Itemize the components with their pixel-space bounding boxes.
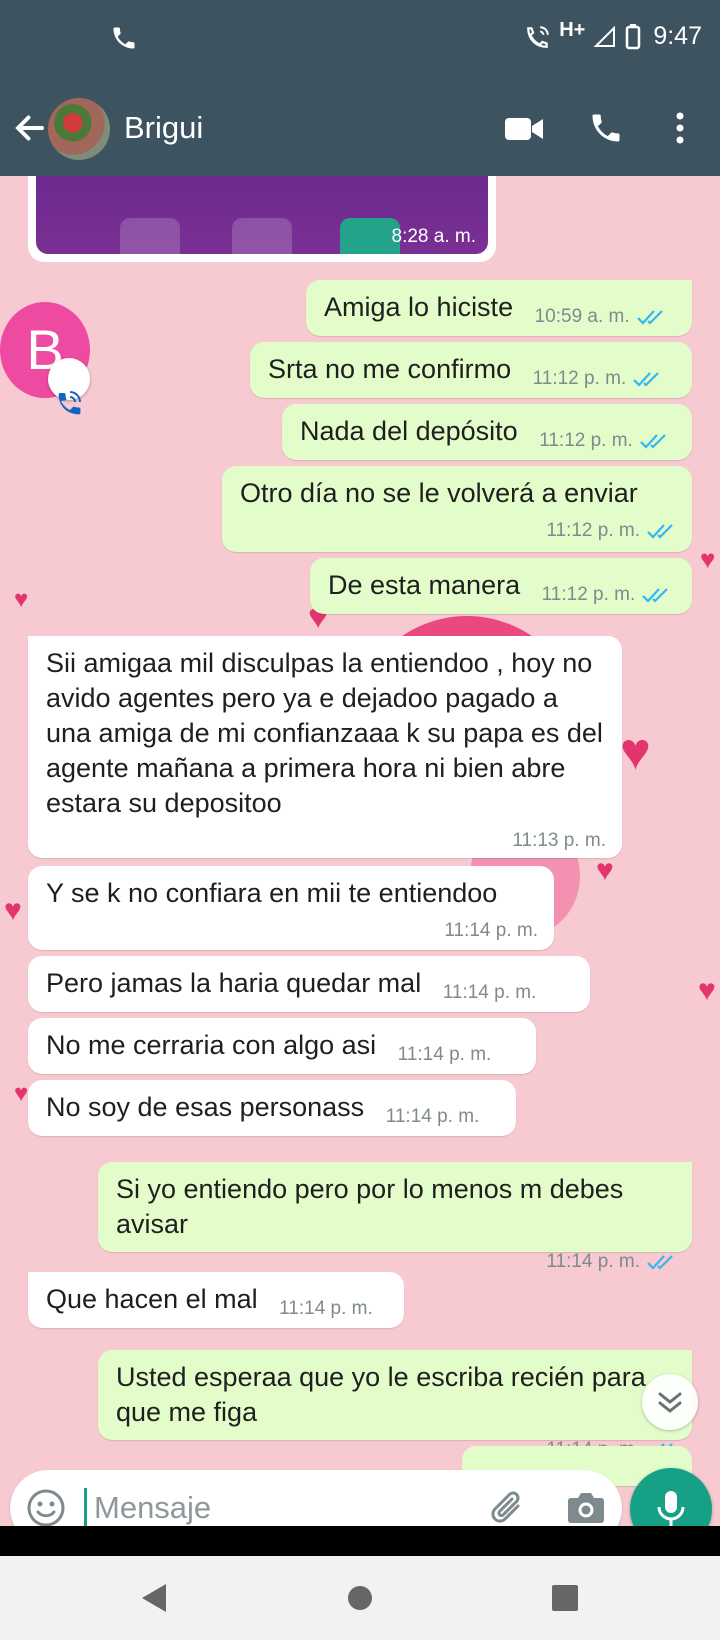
read-ticks-icon	[633, 371, 660, 387]
chat-area[interactable]: ♥ ♥ ♥ ♥ ♥ ♥ ♥ ♥ ♥ 8:28 a. m. B Amiga lo …	[0, 176, 720, 1526]
message-text: No me cerraria con algo asi	[46, 1030, 377, 1060]
message-time: 10:59 a. m.	[534, 306, 630, 327]
heart-icon: ♥	[4, 894, 22, 927]
call-in-progress-icon	[113, 27, 135, 49]
read-ticks-icon	[640, 433, 666, 449]
contact-letter-avatar[interactable]: B	[0, 302, 90, 415]
wifi-call-icon	[527, 25, 549, 48]
message-bubble-incoming[interactable]: Y se k no confiara en mii te entiendoo 1…	[28, 866, 554, 950]
message-text: Y se k no confiara en mii te entiendoo	[46, 878, 498, 908]
message-time: 8:28 a. m.	[391, 226, 477, 247]
message-text: Otro día no se le volverá a enviar	[240, 478, 638, 508]
heart-icon: ♥	[14, 586, 29, 613]
heart-icon: ♥	[698, 974, 716, 1007]
double-chevron-down-icon	[658, 1392, 682, 1413]
heart-icon: ♥	[620, 723, 651, 781]
status-bar: H+ 9:47	[0, 0, 720, 82]
media-thumbnail[interactable]: 8:28 a. m.	[36, 176, 488, 254]
nav-recents-icon[interactable]	[550, 1580, 580, 1616]
message-text: Si yo entiendo pero por lo menos m debes…	[116, 1174, 624, 1239]
message-time: 11:14 p. m.	[385, 1106, 480, 1127]
system-navigation-bar	[0, 1556, 720, 1640]
microphone-icon	[657, 1491, 685, 1527]
read-ticks-icon	[642, 587, 669, 603]
text-cursor	[84, 1488, 87, 1528]
message-bubble-outgoing[interactable]: Srta no me confirmo 11:12 p. m.	[250, 342, 692, 398]
message-time: 11:12 p. m.	[532, 368, 627, 389]
emoji-icon[interactable]	[26, 1488, 66, 1528]
network-type: H+	[559, 19, 586, 41]
scroll-to-bottom-button[interactable]	[642, 1374, 698, 1430]
message-text: De esta manera	[328, 570, 521, 600]
message-time: 11:14 p. m.	[442, 982, 537, 1003]
home-icon	[232, 218, 292, 254]
message-bubble-outgoing[interactable]: Otro día no se le volverá a enviar 11:12…	[222, 466, 692, 552]
message-bubble-outgoing[interactable]: Amiga lo hiciste 10:59 a. m.	[306, 280, 692, 336]
heart-icon: ♥	[14, 1080, 29, 1107]
message-text: Sii amigaa mil disculpas la entiendoo , …	[46, 648, 603, 818]
message-text: Nada del depósito	[300, 416, 518, 446]
heart-icon: ♥	[700, 544, 716, 574]
back-arrow-icon[interactable]	[12, 110, 48, 146]
message-bubble-outgoing[interactable]: Nada del depósito 11:12 p. m.	[282, 404, 692, 460]
message-text: Pero jamas la haria quedar mal	[46, 968, 422, 998]
message-text: No soy de esas personass	[46, 1092, 365, 1122]
message-bubble-incoming[interactable]: Que hacen el mal 11:14 p. m.	[28, 1272, 404, 1328]
message-bubble-outgoing[interactable]: De esta manera 11:12 p. m.	[310, 558, 692, 614]
clock: 9:47	[653, 22, 702, 50]
message-time: 11:12 p. m.	[546, 520, 640, 541]
message-bubble-incoming[interactable]: Sii amigaa mil disculpas la entiendoo , …	[28, 636, 622, 858]
message-time: 11:14 p. m.	[397, 1044, 492, 1065]
message-meta: 11:14 p. m.	[279, 1291, 373, 1326]
message-time: 11:13 p. m.	[512, 830, 606, 851]
keyboard-gap	[0, 1526, 720, 1556]
message-meta: 11:12 p. m.	[240, 513, 676, 548]
message-meta: 11:12 p. m.	[542, 577, 672, 612]
signal-icon	[593, 25, 616, 47]
attach-icon[interactable]	[488, 1486, 528, 1528]
battery-icon	[626, 23, 641, 49]
nav-home-icon[interactable]	[346, 1580, 374, 1616]
message-time: 11:14 p. m.	[279, 1298, 373, 1319]
wifi-call-badge-icon	[48, 358, 90, 415]
message-meta: 11:14 p. m.	[443, 975, 537, 1010]
message-bubble-outgoing[interactable]: Si yo entiendo pero por lo menos m debes…	[98, 1162, 692, 1272]
message-meta: 11:12 p. m.	[539, 423, 669, 458]
message-meta: 11:12 p. m.	[533, 361, 663, 396]
video-call-icon[interactable]	[504, 114, 544, 144]
message-meta: 10:59 a. m.	[535, 299, 666, 334]
message-time: 11:14 p. m.	[546, 1251, 640, 1272]
more-options-icon[interactable]	[668, 110, 692, 146]
share-icon	[120, 218, 180, 254]
message-time: 11:12 p. m.	[541, 584, 636, 605]
message-bubble-incoming[interactable]: Pero jamas la haria quedar mal 11:14 p. …	[28, 956, 590, 1012]
message-text: Que hacen el mal	[46, 1284, 258, 1314]
contact-name[interactable]: Brigui	[124, 110, 203, 146]
message-time: 11:14 p. m.	[444, 920, 538, 941]
voice-call-icon[interactable]	[588, 110, 624, 146]
contact-avatar[interactable]	[48, 98, 110, 160]
message-bubble-outgoing[interactable]: Usted esperaa que yo le escriba recién p…	[98, 1350, 692, 1460]
message-bubble-incoming[interactable]: No soy de esas personass 11:14 p. m.	[28, 1080, 516, 1136]
message-bubble-incoming[interactable]: No me cerraria con algo asi 11:14 p. m.	[28, 1018, 536, 1074]
message-time: 11:12 p. m.	[539, 430, 633, 451]
nav-back-icon[interactable]	[138, 1580, 170, 1616]
heart-icon: ♥	[596, 854, 614, 887]
message-meta: 11:14 p. m.	[386, 1099, 480, 1134]
camera-icon[interactable]	[566, 1490, 606, 1526]
message-meta: 11:14 p. m.	[398, 1037, 492, 1072]
message-text: Srta no me confirmo	[268, 354, 512, 384]
message-meta: 11:14 p. m.	[46, 913, 538, 948]
message-text: Amiga lo hiciste	[324, 292, 514, 322]
message-meta: 11:13 p. m.	[46, 823, 606, 858]
message-text: Usted esperaa que yo le escriba recién p…	[116, 1362, 646, 1427]
read-ticks-icon	[647, 1254, 673, 1270]
read-ticks-icon	[636, 309, 663, 325]
message-input[interactable]: Mensaje	[94, 1490, 211, 1526]
chat-header: Brigui	[0, 82, 720, 176]
media-message[interactable]: 8:28 a. m.	[28, 176, 496, 262]
read-ticks-icon	[647, 523, 673, 539]
